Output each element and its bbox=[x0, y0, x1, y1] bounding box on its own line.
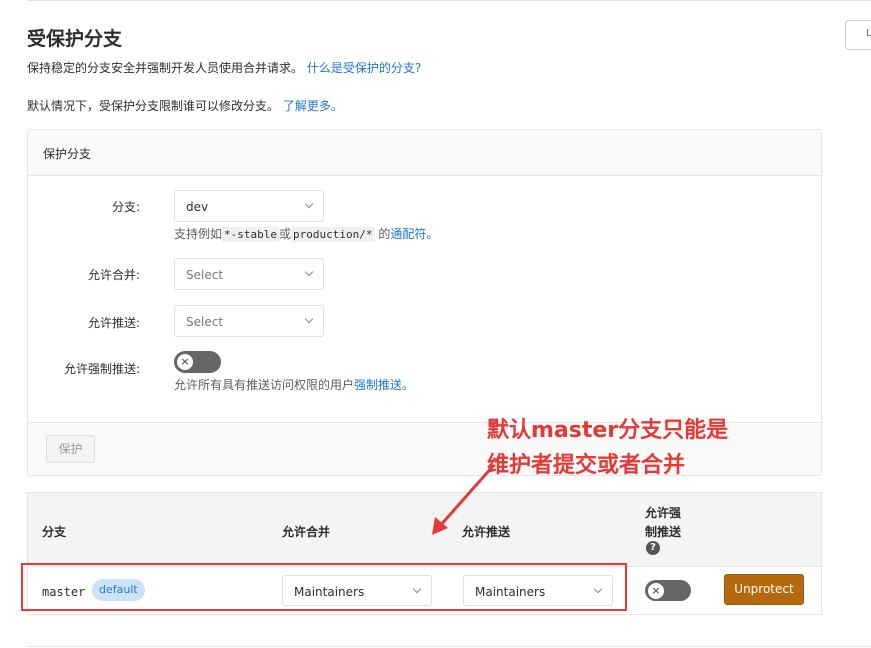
top-divider bbox=[27, 0, 871, 1]
corner-button-label: L bbox=[866, 28, 871, 39]
hint-end: 。 bbox=[426, 227, 439, 241]
force-hint-end: 。 bbox=[402, 378, 415, 392]
column-allowed-to-merge: 允许合并 bbox=[282, 525, 331, 539]
close-icon: × bbox=[648, 583, 664, 599]
description-line-1: 保持稳定的分支安全并强制开发人员使用合并请求。 什么是受保护的分支? bbox=[27, 59, 421, 76]
close-icon: × bbox=[177, 354, 193, 370]
force-hint-text: 允许所有具有推送访问权限的用户 bbox=[174, 378, 355, 392]
column-allowed-to-push: 允许推送 bbox=[462, 525, 511, 539]
hint-or: 或 bbox=[279, 227, 292, 241]
allowed-to-merge-label: 允许合并: bbox=[87, 268, 140, 282]
allowed-to-push-label: 允许推送: bbox=[87, 316, 140, 330]
bottom-divider bbox=[27, 646, 871, 647]
chevron-down-icon bbox=[304, 199, 314, 209]
corner-button[interactable]: L bbox=[845, 20, 871, 50]
force-push-hint: 允许所有具有推送访问权限的用户强制推送。 bbox=[174, 376, 414, 393]
annotation-line-2: 维护者提交或者合并 bbox=[487, 453, 686, 478]
wildcard-hint: 支持例如 *-stable 或 production/* 的通配符。 bbox=[174, 225, 438, 242]
description-text-2: 默认情况下，受保护分支限制谁可以修改分支。 bbox=[27, 99, 280, 113]
wildcard-link[interactable]: 通配符 bbox=[390, 227, 426, 241]
force-push-toggle[interactable]: × bbox=[174, 351, 221, 373]
panel-header: 保护分支 bbox=[28, 130, 821, 176]
table-header: 分支 允许合并 允许推送 允许强 制推送 ? bbox=[28, 493, 821, 567]
annotation-line-1: 默认master分支只能是 bbox=[487, 418, 729, 443]
branch-label: 分支: bbox=[111, 200, 140, 214]
column-force-push-line-1: 允许强 bbox=[645, 506, 682, 520]
annotation-highlight-box bbox=[21, 563, 627, 611]
hint-prefix: 支持例如 bbox=[174, 227, 223, 241]
allowed-to-push-select[interactable]: Select bbox=[174, 305, 324, 337]
page-title: 受保护分支 bbox=[27, 28, 123, 50]
unprotect-button[interactable]: Unprotect bbox=[724, 574, 804, 605]
column-branch: 分支 bbox=[42, 525, 67, 539]
push-select-placeholder: Select bbox=[186, 315, 224, 329]
hint-code-production: production/* bbox=[291, 227, 375, 242]
merge-select-placeholder: Select bbox=[186, 268, 224, 282]
hint-code-stable: *-stable bbox=[222, 227, 279, 242]
column-force-push-line-2: 制推送 bbox=[645, 525, 682, 539]
panel-title: 保护分支 bbox=[43, 147, 92, 161]
branch-select-value: dev bbox=[186, 200, 209, 214]
allowed-to-merge-select[interactable]: Select bbox=[174, 258, 324, 290]
description-line-2: 默认情况下，受保护分支限制谁可以修改分支。 了解更多。 bbox=[27, 97, 343, 114]
what-is-protected-link[interactable]: 什么是受保护的分支? bbox=[307, 61, 421, 75]
learn-more-link[interactable]: 了解更多。 bbox=[283, 99, 343, 113]
annotation-text: 默认master分支只能是 维护者提交或者合并 bbox=[487, 413, 728, 483]
allow-force-push-label: 允许强制推送: bbox=[63, 362, 140, 376]
description-text: 保持稳定的分支安全并强制开发人员使用合并请求。 bbox=[27, 61, 304, 75]
row-force-push-toggle[interactable]: × bbox=[645, 580, 691, 601]
chevron-down-icon bbox=[304, 314, 314, 324]
help-icon[interactable]: ? bbox=[646, 541, 660, 555]
chevron-down-icon bbox=[304, 267, 314, 277]
branch-select[interactable]: dev bbox=[174, 190, 324, 222]
protect-button[interactable]: 保护 bbox=[46, 435, 95, 463]
hint-de: 的 bbox=[374, 227, 391, 241]
force-push-link[interactable]: 强制推送 bbox=[354, 378, 402, 392]
